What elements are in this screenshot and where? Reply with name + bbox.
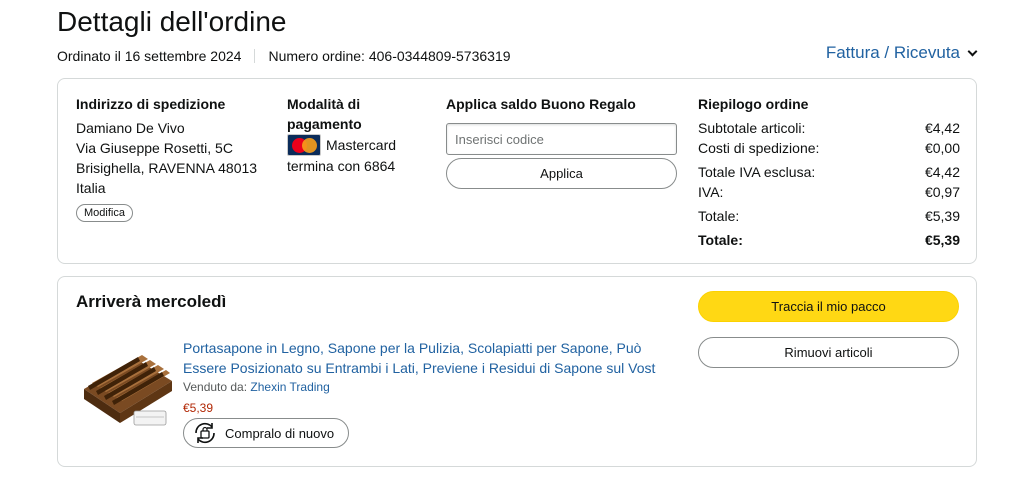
summary-label: IVA: bbox=[698, 184, 724, 200]
edit-address-button[interactable]: Modifica bbox=[76, 204, 133, 222]
summary-total-row: Totale: €5,39 bbox=[698, 230, 960, 250]
gift-code-input[interactable] bbox=[446, 123, 677, 155]
summary-value: €5,39 bbox=[924, 232, 960, 248]
payment-section: Modalità di pagamento Mastercard termina… bbox=[287, 94, 417, 176]
order-meta: Ordinato il 16 settembre 2024 Numero ord… bbox=[57, 48, 511, 64]
address-line: Brisighella, RAVENNA 48013 bbox=[76, 160, 258, 176]
buy-again-icon bbox=[195, 422, 215, 444]
summary-label: Costi di spedizione: bbox=[698, 140, 820, 156]
mastercard-icon bbox=[287, 134, 321, 156]
summary-value: €5,39 bbox=[924, 208, 960, 224]
card-info: Mastercard bbox=[287, 134, 417, 156]
card-name: Mastercard bbox=[326, 137, 397, 153]
order-summary: Riepilogo ordine Subtotale articoli: €4,… bbox=[698, 94, 960, 250]
summary-label: Totale: bbox=[698, 208, 740, 224]
product-image[interactable] bbox=[78, 337, 176, 432]
summary-row: Totale: €5,39 bbox=[698, 206, 960, 226]
arrival-status: Arriverà mercoledì bbox=[76, 292, 227, 311]
track-package-button[interactable]: Traccia il mio pacco bbox=[698, 291, 959, 322]
address-line: Damiano De Vivo bbox=[76, 120, 185, 136]
summary-label: Subtotale articoli: bbox=[698, 120, 806, 136]
seller-link[interactable]: Zhexin Trading bbox=[250, 380, 329, 394]
product-title-link[interactable]: Portasapone in Legno, Sapone per la Puli… bbox=[183, 338, 673, 378]
chevron-down-icon bbox=[967, 46, 978, 56]
summary-row: Totale IVA esclusa: €4,42 bbox=[698, 162, 960, 182]
summary-value: €0,97 bbox=[924, 184, 960, 200]
summary-row: Subtotale articoli: €4,42 bbox=[698, 118, 960, 138]
card-ending: termina con 6864 bbox=[287, 158, 396, 174]
gift-card-section: Applica saldo Buono Regalo Applica bbox=[446, 94, 678, 189]
meta-divider bbox=[254, 49, 256, 63]
summary-label: Totale IVA esclusa: bbox=[698, 164, 816, 180]
payment-title: Modalità di pagamento bbox=[287, 96, 362, 132]
invoice-link-label: Fattura / Ricevuta bbox=[825, 43, 960, 62]
order-date: Ordinato il 16 settembre 2024 bbox=[57, 48, 242, 64]
gift-card-title: Applica saldo Buono Regalo bbox=[446, 96, 636, 112]
summary-title: Riepilogo ordine bbox=[698, 96, 809, 112]
remove-items-button[interactable]: Rimuovi articoli bbox=[698, 337, 959, 368]
summary-row: IVA: €0,97 bbox=[698, 182, 960, 202]
apply-gift-button[interactable]: Applica bbox=[446, 158, 677, 189]
shipping-address-section: Indirizzo di spedizione Damiano De Vivo … bbox=[76, 94, 276, 222]
address-line: Italia bbox=[76, 180, 106, 196]
product-price: €5,39 bbox=[183, 401, 214, 415]
page-title: Dettagli dell'ordine bbox=[57, 6, 287, 37]
summary-value: €4,42 bbox=[924, 120, 960, 136]
shipping-title: Indirizzo di spedizione bbox=[76, 96, 226, 112]
sold-by: Venduto da: Zhexin Trading bbox=[183, 380, 330, 394]
summary-row: Costi di spedizione: €0,00 bbox=[698, 138, 960, 158]
address-line: Via Giuseppe Rosetti, 5C bbox=[76, 140, 233, 156]
buy-again-button[interactable]: Compralo di nuovo bbox=[183, 418, 349, 448]
shipment-card: Arriverà mercoledì Traccia il mio pacco … bbox=[57, 276, 977, 467]
invoice-dropdown[interactable]: Fattura / Ricevuta bbox=[825, 43, 978, 63]
summary-value: €4,42 bbox=[924, 164, 960, 180]
summary-label: Totale: bbox=[698, 232, 743, 248]
buy-again-label: Compralo di nuovo bbox=[225, 425, 335, 441]
order-info-card: Indirizzo di spedizione Damiano De Vivo … bbox=[57, 78, 977, 264]
sold-by-label: Venduto da: bbox=[183, 380, 248, 394]
order-number: Numero ordine: 406-0344809-5736319 bbox=[268, 48, 511, 64]
summary-value: €0,00 bbox=[924, 140, 960, 156]
